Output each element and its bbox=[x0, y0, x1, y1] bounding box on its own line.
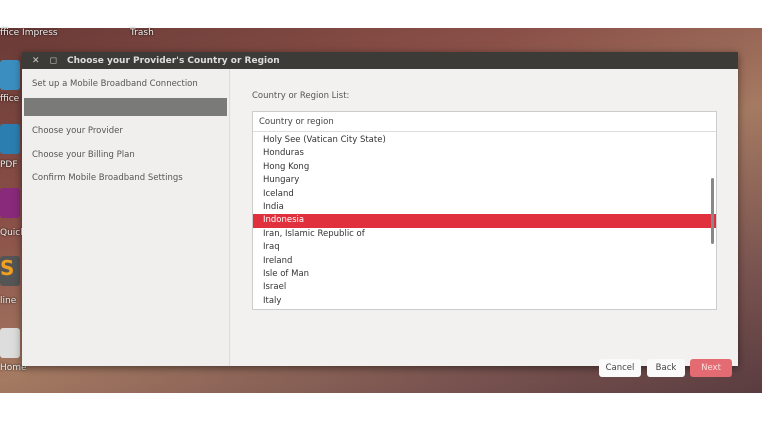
quick-icon[interactable] bbox=[0, 188, 20, 218]
cancel-button[interactable]: Cancel bbox=[599, 359, 641, 377]
column-header[interactable]: Country or region bbox=[253, 112, 716, 132]
close-icon[interactable]: ✕ bbox=[32, 56, 40, 66]
country-row[interactable]: Iran, Islamic Republic of bbox=[253, 228, 716, 241]
step-billing: Choose your Billing Plan bbox=[32, 150, 135, 160]
country-row[interactable]: Honduras bbox=[253, 147, 716, 160]
desktop-label[interactable]: PDF bbox=[0, 160, 18, 170]
country-row[interactable]: India bbox=[253, 201, 716, 214]
next-button[interactable]: Next bbox=[690, 359, 732, 377]
desktop-label[interactable]: Trash bbox=[130, 28, 154, 38]
office-icon[interactable] bbox=[0, 60, 20, 90]
maximize-icon[interactable]: ◻ bbox=[50, 56, 57, 66]
country-row[interactable]: Iraq bbox=[253, 241, 716, 254]
pdf-icon[interactable] bbox=[0, 124, 20, 154]
country-list[interactable]: Country or region Holy See (Vatican City… bbox=[252, 111, 717, 310]
country-row[interactable]: Holy See (Vatican City State) bbox=[253, 134, 716, 147]
country-row[interactable]: Israel bbox=[253, 281, 716, 294]
desktop-label[interactable]: ffice Impress bbox=[0, 28, 58, 38]
step-setup: Set up a Mobile Broadband Connection bbox=[32, 79, 198, 89]
country-row[interactable]: Isle of Man bbox=[253, 268, 716, 281]
title-bar: ✕ ◻ Choose your Provider's Country or Re… bbox=[22, 52, 738, 69]
steps-sidebar: Set up a Mobile Broadband Connection Cho… bbox=[22, 69, 230, 366]
country-row[interactable]: Hungary bbox=[253, 174, 716, 187]
desktop-label[interactable]: line bbox=[0, 296, 16, 306]
s-app-icon[interactable]: S bbox=[0, 256, 20, 286]
desktop-label[interactable]: ffice bbox=[0, 94, 19, 104]
mobile-broadband-dialog: ✕ ◻ Choose your Provider's Country or Re… bbox=[22, 52, 738, 377]
list-label: Country or Region List: bbox=[252, 91, 350, 101]
country-row[interactable]: Ireland bbox=[253, 255, 716, 268]
home-icon[interactable] bbox=[0, 328, 20, 358]
dialog-title: Choose your Provider's Country or Region bbox=[67, 55, 280, 66]
back-button[interactable]: Back bbox=[647, 359, 685, 377]
country-row[interactable]: Iceland bbox=[253, 188, 716, 201]
country-row[interactable]: Hong Kong bbox=[253, 161, 716, 174]
country-row[interactable]: Italy bbox=[253, 295, 716, 308]
main-panel: Country or Region List: Country or regio… bbox=[231, 69, 738, 377]
step-confirm: Confirm Mobile Broadband Settings bbox=[32, 173, 183, 183]
scrollbar[interactable] bbox=[711, 178, 714, 244]
country-row[interactable]: Indonesia bbox=[253, 214, 716, 228]
step-provider: Choose your Provider bbox=[32, 126, 123, 136]
current-step-highlight bbox=[24, 98, 227, 116]
